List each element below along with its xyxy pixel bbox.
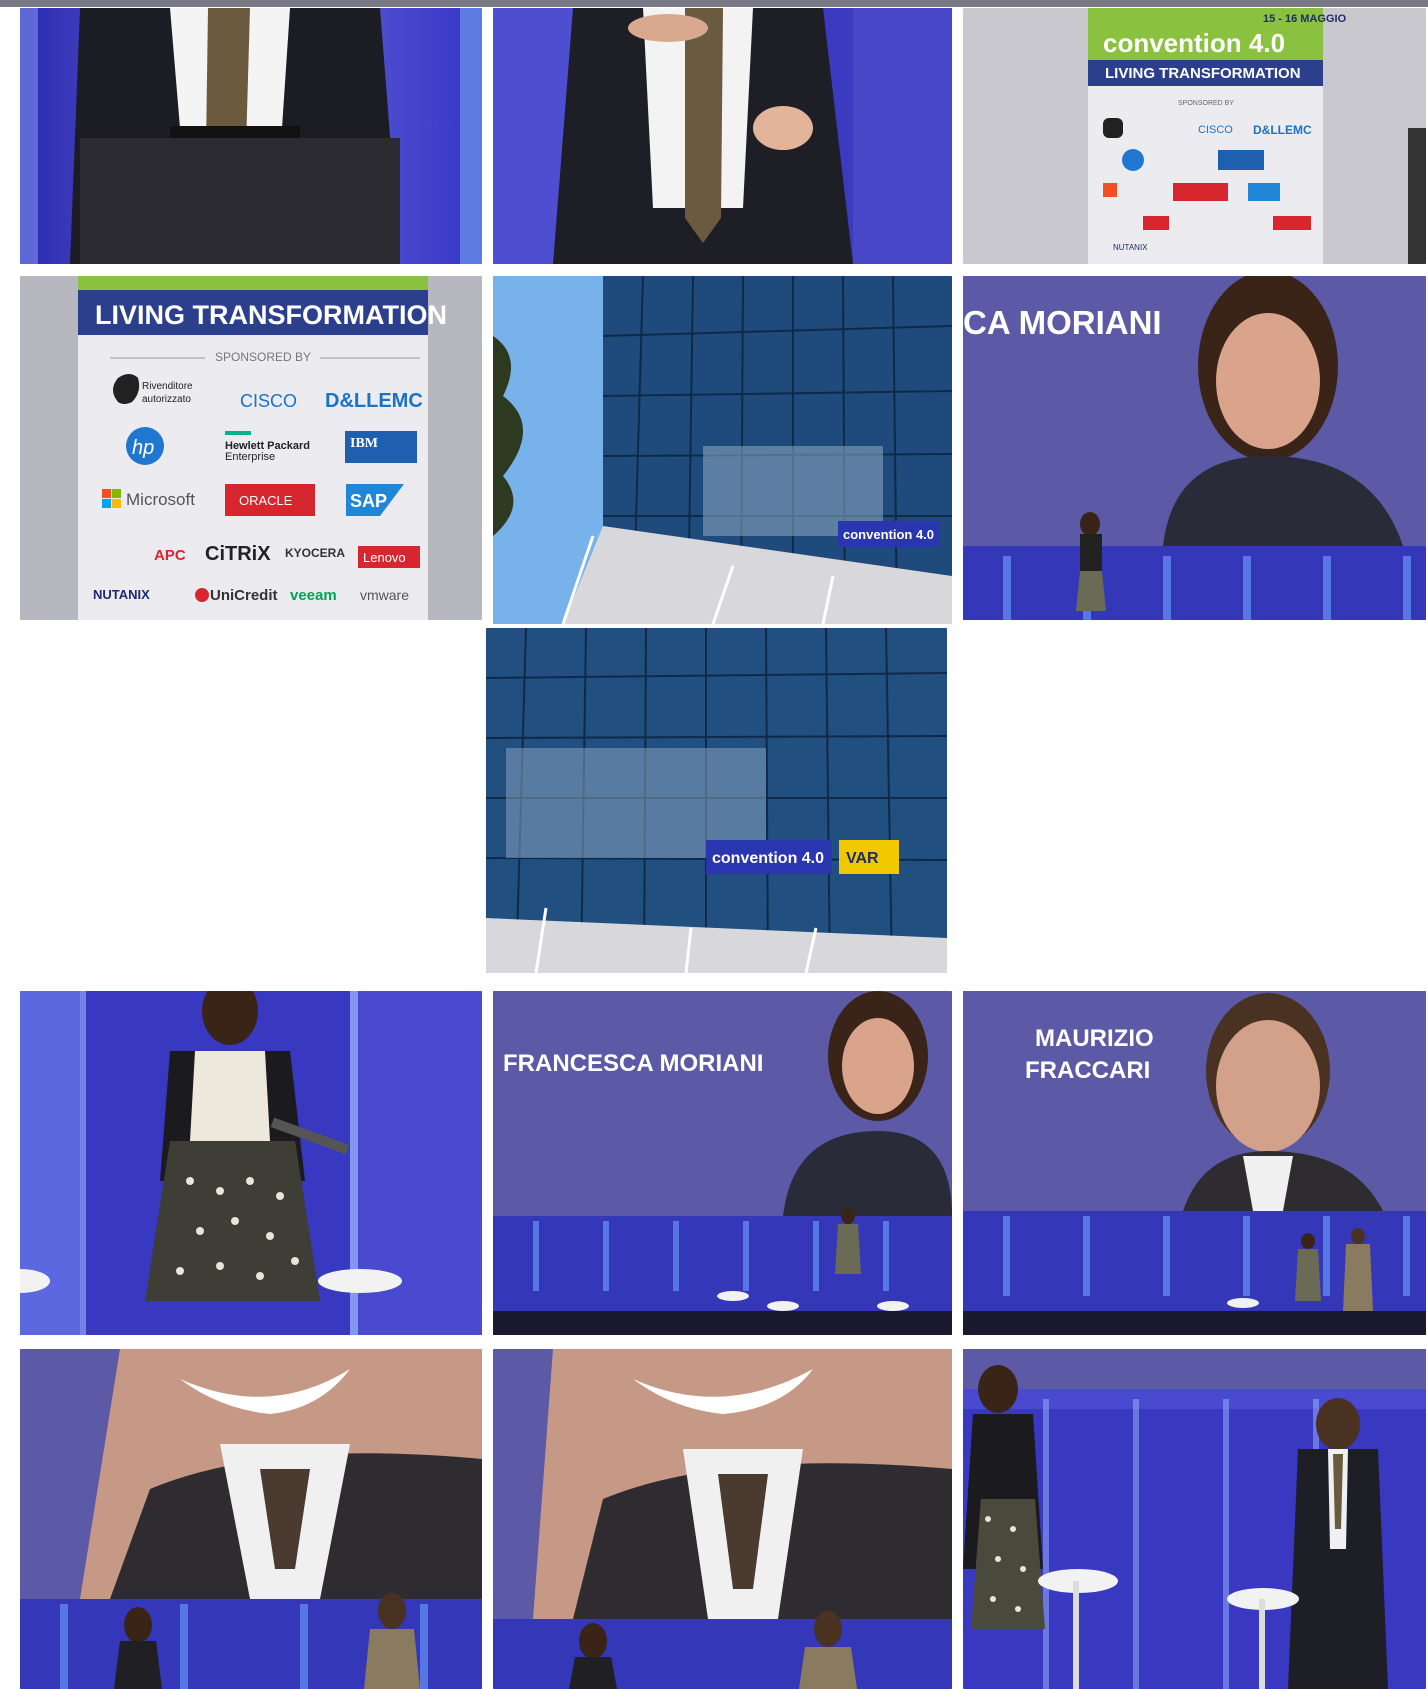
banner-tagline-large: LIVING TRANSFORMATION	[95, 300, 447, 330]
svg-text:SAP: SAP	[350, 491, 387, 511]
svg-text:UniCredit: UniCredit	[210, 587, 278, 604]
svg-text:CISCO: CISCO	[1198, 124, 1233, 136]
gallery-photo-speaker-gesture[interactable]	[493, 8, 952, 264]
building-sign: convention 4.0	[843, 527, 934, 542]
svg-text:hp: hp	[132, 437, 154, 459]
svg-text:IBM: IBM	[350, 436, 378, 451]
svg-text:D&LLEMC: D&LLEMC	[325, 390, 423, 412]
top-border	[0, 0, 1428, 7]
gallery-photo-sponsor-banner-wide[interactable]: 15 - 16 MAGGIO convention 4.0 LIVING TRA…	[963, 8, 1426, 264]
gallery-photo-speaker-tie[interactable]	[20, 8, 482, 264]
gallery-photo-host-speaking[interactable]	[20, 991, 482, 1335]
screen-name-partial: CA MORIANI	[963, 304, 1162, 341]
svg-text:APC: APC	[154, 547, 186, 564]
svg-text:ORACLE: ORACLE	[239, 493, 293, 508]
gallery-photo-duo-closeup-2[interactable]	[493, 1349, 952, 1689]
svg-text:CiTRiX: CiTRiX	[205, 543, 271, 565]
svg-text:Lenovo: Lenovo	[363, 550, 406, 565]
banner-brand: convention 4.0	[1103, 28, 1285, 58]
svg-text:D&LLEMC: D&LLEMC	[1253, 123, 1312, 137]
svg-text:autorizzato: autorizzato	[142, 394, 191, 405]
gallery-photo-screen-francesca[interactable]: CA MORIANI	[963, 276, 1426, 620]
gallery-photo-stage-duo[interactable]	[963, 1349, 1426, 1689]
building-sign-large: convention 4.0	[712, 850, 824, 867]
banner-date: 15 - 16 MAGGIO	[1263, 13, 1347, 25]
svg-text:Enterprise: Enterprise	[225, 451, 275, 463]
svg-text:Rivenditore: Rivenditore	[142, 381, 193, 392]
gallery-photo-building-sign[interactable]: convention 4.0 VAR	[486, 628, 947, 973]
gallery-photo-screen-francesca-wide[interactable]: FRANCESCA MORIANI	[493, 991, 952, 1335]
gallery-photo-sponsor-banner[interactable]: LIVING TRANSFORMATION SPONSORED BY Riven…	[20, 276, 482, 620]
svg-text:veeam: veeam	[290, 587, 337, 604]
svg-text:CISCO: CISCO	[240, 391, 297, 411]
gallery-photo-building-facade[interactable]: convention 4.0	[493, 276, 952, 624]
gallery-photo-duo-closeup[interactable]	[20, 1349, 482, 1689]
svg-text:vmware: vmware	[360, 587, 409, 603]
svg-text:NUTANIX: NUTANIX	[93, 587, 150, 602]
svg-text:NUTANIX: NUTANIX	[1113, 243, 1148, 252]
banner-sponsored-by: SPONSORED BY	[1178, 100, 1234, 107]
gallery-photo-screen-maurizio[interactable]: MAURIZIO FRACCARI	[963, 991, 1426, 1335]
screen-name-maurizio-last: FRACCARI	[1025, 1057, 1150, 1084]
screen-name-maurizio-first: MAURIZIO	[1035, 1025, 1154, 1052]
building-sign-partner: VAR	[846, 850, 879, 867]
banner-tagline: LIVING TRANSFORMATION	[1105, 65, 1301, 82]
banner-sponsored-by-large: SPONSORED BY	[215, 350, 311, 364]
svg-text:Microsoft: Microsoft	[126, 490, 195, 509]
svg-text:KYOCERA: KYOCERA	[285, 546, 345, 560]
screen-name-francesca: FRANCESCA MORIANI	[503, 1050, 763, 1077]
